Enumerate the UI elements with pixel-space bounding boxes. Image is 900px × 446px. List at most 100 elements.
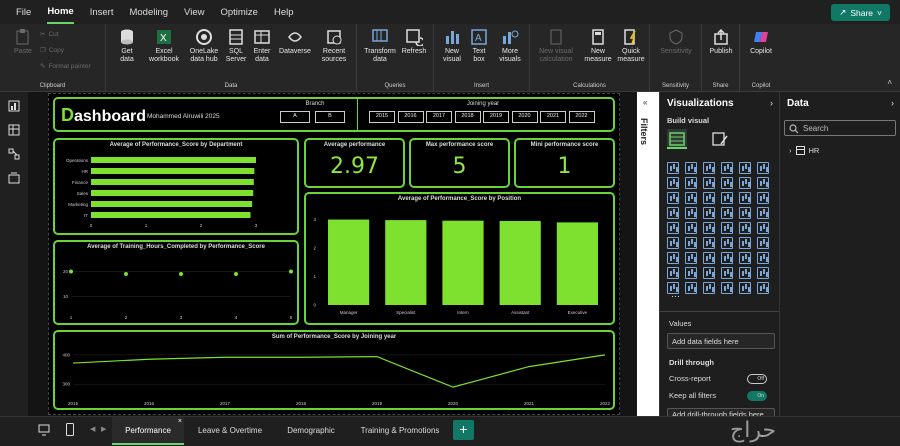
visual-type-icon[interactable] xyxy=(757,222,769,234)
visual-type-icon[interactable] xyxy=(685,222,697,234)
visual-type-icon[interactable] xyxy=(703,237,715,249)
tab-training-promotions[interactable]: Training & Promotions xyxy=(350,417,450,445)
copy-button[interactable]: ❐ Copy xyxy=(40,46,64,55)
visual-type-icon[interactable] xyxy=(667,177,679,189)
visual-type-icon[interactable] xyxy=(721,237,733,249)
visual-type-icon[interactable] xyxy=(685,177,697,189)
visual-type-icon[interactable] xyxy=(721,207,733,219)
visual-type-icon[interactable] xyxy=(757,192,769,204)
new-visual-button[interactable]: New visual xyxy=(438,28,466,64)
transform-data-button[interactable]: Transform data xyxy=(363,28,397,64)
visual-type-icon[interactable] xyxy=(703,222,715,234)
tab-leave-overtime[interactable]: Leave & Overtime xyxy=(188,417,272,445)
visual-type-icon[interactable] xyxy=(685,237,697,249)
visual-type-icon[interactable] xyxy=(739,177,751,189)
visual-type-icon[interactable] xyxy=(721,267,733,279)
menu-modeling[interactable]: Modeling xyxy=(129,2,168,23)
tab-performance[interactable]: Performance × xyxy=(112,417,184,445)
visual-type-icon[interactable] xyxy=(685,162,697,174)
visual-type-icon[interactable] xyxy=(721,222,733,234)
visual-type-icon[interactable] xyxy=(685,252,697,264)
filters-pane-collapsed[interactable]: « Filters xyxy=(637,92,659,416)
visual-type-icon[interactable] xyxy=(667,207,679,219)
branch-option-b[interactable]: B xyxy=(315,111,345,123)
share-button[interactable]: ↗ Share ˅ xyxy=(831,4,890,21)
visual-type-icon[interactable] xyxy=(739,162,751,174)
enter-data-button[interactable]: Enter data xyxy=(250,28,274,64)
get-data-button[interactable]: Get data xyxy=(114,28,140,64)
mobile-layout-icon[interactable] xyxy=(66,423,74,436)
keep-filters-toggle[interactable]: On xyxy=(747,391,767,401)
kpi-min-card[interactable]: Mini performance score 1 xyxy=(514,138,615,188)
menu-home[interactable]: Home xyxy=(47,1,74,24)
kpi-avg-card[interactable]: Average performance 2.97 xyxy=(304,138,405,188)
model-view-icon[interactable] xyxy=(8,148,20,160)
year-option-2015[interactable]: 2015 xyxy=(369,111,395,123)
visual-type-icon[interactable] xyxy=(721,282,733,294)
desktop-layout-icon[interactable] xyxy=(38,424,50,436)
visual-type-icon[interactable] xyxy=(739,222,751,234)
branch-option-a[interactable]: A xyxy=(280,111,310,123)
visual-type-icon[interactable] xyxy=(721,252,733,264)
expand-filters-icon[interactable]: « xyxy=(643,98,647,107)
more-visuals-button[interactable]: More visuals xyxy=(494,28,526,64)
text-box-button[interactable]: A Text box xyxy=(466,28,492,64)
kpi-max-card[interactable]: Max performance score 5 xyxy=(409,138,510,188)
format-painter-button[interactable]: ✎ Format painter xyxy=(40,62,91,71)
visual-type-icon[interactable] xyxy=(685,267,697,279)
visual-type-icon[interactable] xyxy=(667,252,679,264)
visual-type-icon[interactable] xyxy=(757,207,769,219)
more-options-icon[interactable]: ⋯ xyxy=(671,291,680,302)
menu-view[interactable]: View xyxy=(184,2,204,23)
excel-workbook-button[interactable]: X Excel workbook xyxy=(144,28,184,64)
visual-type-icon[interactable] xyxy=(757,177,769,189)
report-view-icon[interactable] xyxy=(8,100,20,112)
visual-type-icon[interactable] xyxy=(685,282,697,294)
cross-report-toggle[interactable]: Off xyxy=(747,374,767,384)
sensitivity-button[interactable]: Sensitivity xyxy=(654,28,698,56)
refresh-button[interactable]: Refresh xyxy=(399,28,429,56)
menu-help[interactable]: Help xyxy=(274,2,294,23)
new-visual-calculation-button[interactable]: New visual calculation xyxy=(534,28,578,64)
visual-type-icon[interactable] xyxy=(685,207,697,219)
visual-type-icon[interactable] xyxy=(757,162,769,174)
new-measure-button[interactable]: New measure xyxy=(582,28,614,64)
close-tab-icon[interactable]: × xyxy=(178,408,182,436)
year-option-2019[interactable]: 2019 xyxy=(483,111,509,123)
visual-type-icon[interactable] xyxy=(667,267,679,279)
visual-type-icon[interactable] xyxy=(757,237,769,249)
tab-scroll-left-icon[interactable]: ◀ xyxy=(90,425,95,433)
visual-type-icon[interactable] xyxy=(739,207,751,219)
publish-button[interactable]: Publish xyxy=(705,28,737,56)
visual-type-icon[interactable] xyxy=(739,252,751,264)
year-option-2018[interactable]: 2018 xyxy=(454,111,481,123)
visual-type-icon[interactable] xyxy=(739,237,751,249)
year-line-chart[interactable]: 300 400 2015 2016 2017 2018 2019 2020 2021 2022 xyxy=(55,343,613,409)
menu-optimize[interactable]: Optimize xyxy=(220,2,257,23)
visual-type-icon[interactable] xyxy=(685,192,697,204)
collapse-data-icon[interactable]: › xyxy=(891,98,894,108)
year-option-2020[interactable]: 2020 xyxy=(511,111,538,123)
visual-type-icon[interactable] xyxy=(721,162,733,174)
tab-scroll-right-icon[interactable]: ▶ xyxy=(101,425,106,433)
data-table-item-hr[interactable]: › HR xyxy=(789,146,819,155)
visual-type-icon[interactable] xyxy=(667,192,679,204)
visual-type-icon[interactable] xyxy=(703,192,715,204)
visual-type-icon[interactable] xyxy=(667,222,679,234)
recent-sources-button[interactable]: Recent sources xyxy=(316,28,352,64)
collapse-viz-icon[interactable]: › xyxy=(770,98,773,108)
sql-server-button[interactable]: SQL Server xyxy=(224,28,248,64)
quick-measure-button[interactable]: Quick measure xyxy=(616,28,646,64)
add-page-button[interactable]: + xyxy=(453,420,474,440)
dept-bar-chart[interactable]: Operations HR Finance Sales Marketing IT0 1 2 3 xyxy=(55,151,297,233)
visual-type-icon[interactable] xyxy=(757,252,769,264)
build-visual-tab[interactable] xyxy=(667,129,687,149)
collapse-ribbon-icon[interactable]: ˄ xyxy=(887,78,892,87)
year-option-2021[interactable]: 2021 xyxy=(540,111,566,123)
table-view-icon[interactable] xyxy=(8,124,20,136)
onelake-button[interactable]: OneLake data hub xyxy=(186,28,222,64)
visual-type-icon[interactable] xyxy=(667,237,679,249)
year-option-2022[interactable]: 2022 xyxy=(568,111,595,123)
menu-file[interactable]: File xyxy=(16,2,31,23)
position-bar-chart[interactable]: 0 1 2 3 Manager Specialist Intern Assistant Exec… xyxy=(306,205,613,323)
